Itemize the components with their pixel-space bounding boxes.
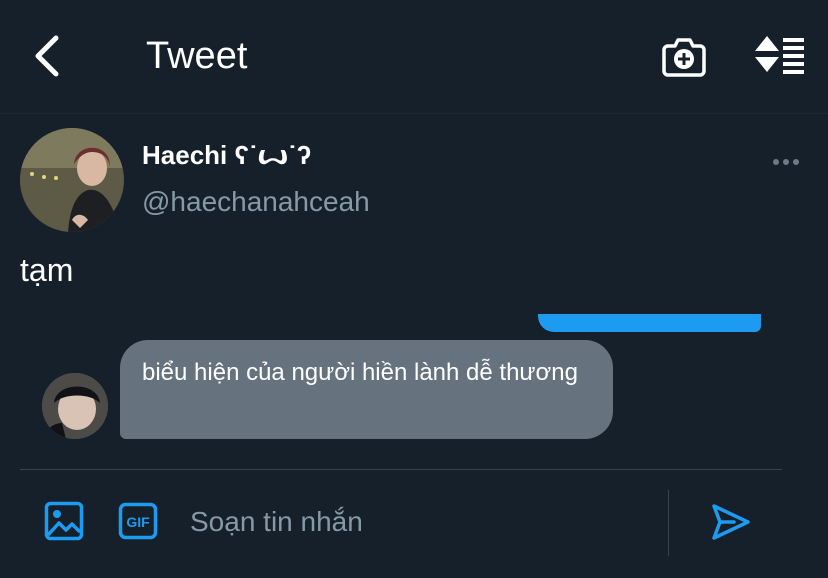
send-button[interactable] (710, 502, 752, 542)
sort-icon (755, 36, 804, 74)
gif-icon: GIF (118, 502, 158, 540)
message-input[interactable] (190, 500, 650, 544)
camera-button[interactable] (660, 35, 708, 79)
sender-avatar[interactable] (42, 373, 108, 439)
author-avatar-image (20, 128, 124, 232)
author-name[interactable]: Haechi ʕ˙ꙍ˙ʔ (142, 140, 311, 171)
more-horizontal-icon (793, 159, 799, 165)
composer-divider (20, 469, 782, 470)
tweet-text: tạm (20, 252, 74, 288)
back-button[interactable] (24, 33, 70, 79)
chevron-left-icon (35, 35, 59, 77)
more-horizontal-icon (783, 159, 789, 165)
page-title: Tweet (146, 35, 248, 77)
add-image-button[interactable] (44, 501, 84, 541)
image-icon (44, 501, 84, 541)
author-handle[interactable]: @haechanahceah (142, 186, 370, 218)
received-message-bubble[interactable]: biểu hiện của người hiền lành dễ thương (120, 340, 613, 439)
sender-avatar-image (42, 373, 108, 439)
received-message-row: biểu hiện của người hiền lành dễ thương (0, 340, 828, 440)
top-bar: Tweet (0, 0, 828, 114)
more-horizontal-icon (773, 159, 779, 165)
add-camera-icon (662, 38, 706, 77)
composer-vertical-divider (668, 490, 669, 556)
sort-button[interactable] (752, 34, 806, 78)
received-message-text: biểu hiện của người hiền lành dễ thương (142, 359, 578, 386)
more-options-button[interactable] (768, 150, 804, 174)
author-avatar[interactable] (20, 128, 124, 232)
gif-label: GIF (126, 514, 150, 530)
add-gif-button[interactable]: GIF (118, 502, 158, 540)
sent-message-bubble[interactable] (538, 314, 761, 332)
send-icon (712, 504, 750, 540)
